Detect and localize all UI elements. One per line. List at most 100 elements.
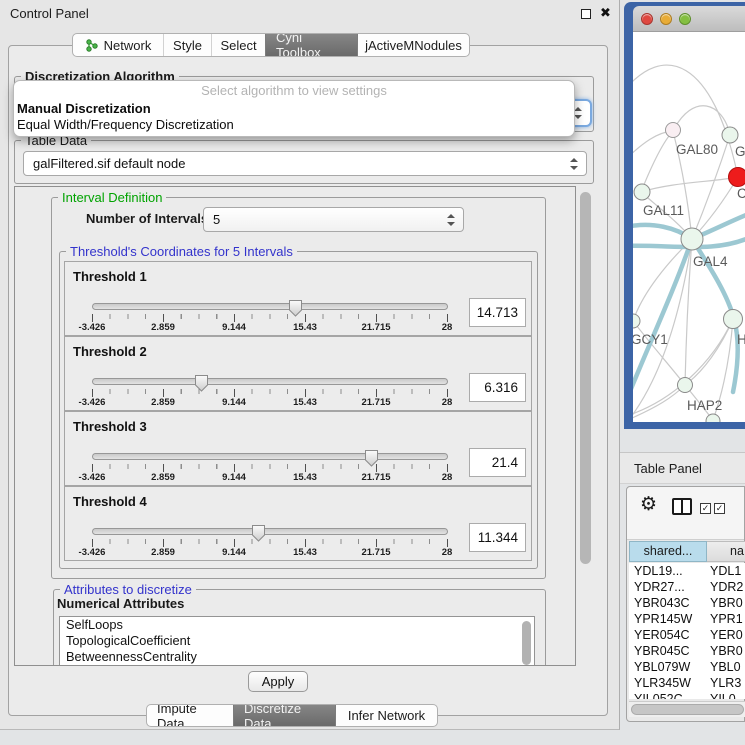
split-panel-icon[interactable] — [672, 498, 692, 515]
cell-shared-name: YBR043C — [629, 595, 707, 611]
tick-label: -3.426 — [79, 322, 106, 333]
threshold-2-slider-handle[interactable] — [194, 374, 209, 392]
threshold-3-panel: Threshold 3 -3.426 2.859 9.144 15.43 21.… — [64, 411, 532, 486]
table-row[interactable]: YBR045C YBR0 — [629, 643, 745, 659]
tick-label: 28 — [442, 472, 453, 483]
table-toolbar: ⚙ ✓ ✓ — [627, 487, 744, 540]
list-item-betweennesscentrality[interactable]: BetweennessCentrality — [60, 649, 534, 665]
node-hap2[interactable] — [678, 378, 693, 393]
threshold-2-slider[interactable] — [92, 378, 448, 385]
control-panel-title: Control Panel — [10, 6, 89, 21]
table-data-combobox[interactable]: galFiltered.sif default node — [23, 151, 587, 176]
tick-label: 9.144 — [222, 472, 246, 483]
number-of-intervals-value: 5 — [213, 212, 220, 227]
tab-select[interactable]: Select — [211, 34, 265, 56]
table-header: shared... na — [629, 541, 745, 562]
tab-jactivemnodules[interactable]: jActiveMNodules — [357, 34, 469, 56]
table-row[interactable]: YBR043C YBR0 — [629, 595, 745, 611]
cell-shared-name: YLR345W — [629, 675, 707, 691]
table-row[interactable]: YLR345W YLR3 — [629, 675, 745, 691]
threshold-2-value-field[interactable]: 6.316 — [469, 373, 526, 402]
cell-shared-name: YPR145W — [629, 611, 707, 627]
slider-ticks — [92, 314, 449, 322]
table-row[interactable]: YER054C YER0 — [629, 627, 745, 643]
control-panel-titlebar: Control Panel ✖ — [0, 0, 619, 28]
numerical-attributes-list: SelfLoops TopologicalCoefficient Between… — [59, 616, 535, 666]
cell-name: YDL1 — [707, 563, 745, 579]
node-gal11[interactable] — [634, 184, 650, 200]
table-panel-title: Table Panel — [634, 461, 702, 476]
threshold-4-value-field[interactable]: 11.344 — [469, 523, 526, 552]
tab-network[interactable]: Network — [73, 34, 163, 56]
tab-jactivemnodules-label: jActiveMNodules — [365, 38, 462, 53]
column-header-name[interactable]: na — [707, 541, 745, 562]
slider-ticks — [92, 539, 449, 547]
table-row[interactable]: YIL052C YIL0 — [629, 691, 745, 699]
table-row[interactable]: YDL19... YDL1 — [629, 563, 745, 579]
tab-infer-network[interactable]: Infer Network — [335, 705, 437, 726]
threshold-4-panel: Threshold 4 -3.426 2.859 9.144 15.43 21.… — [64, 486, 532, 561]
zoom-traffic-light-icon[interactable] — [679, 13, 691, 25]
node-selected-red[interactable] — [729, 168, 745, 187]
threshold-4-slider[interactable] — [92, 528, 448, 535]
cell-name: YBR0 — [707, 595, 745, 611]
apply-button[interactable]: Apply — [248, 671, 308, 692]
tick-label: -3.426 — [79, 547, 106, 558]
threshold-3-slider[interactable] — [92, 453, 448, 460]
threshold-3-slider-handle[interactable] — [364, 449, 379, 467]
number-of-intervals-label: Number of Intervals — [86, 211, 208, 226]
cell-name: YLR3 — [707, 675, 745, 691]
table-row[interactable]: YPR145W YPR1 — [629, 611, 745, 627]
node-gal80[interactable] — [666, 123, 681, 138]
tick-label: 15.43 — [293, 322, 317, 333]
slider-tick-labels: -3.426 2.859 9.144 15.43 21.715 28 — [92, 397, 449, 409]
threshold-1-value-field[interactable]: 14.713 — [469, 298, 526, 327]
tab-impute-data[interactable]: Impute Data — [147, 705, 233, 726]
node-gcy1[interactable] — [633, 314, 640, 328]
top-tab-bar: Network Style Select Cyni Toolbox jActiv… — [72, 33, 470, 57]
checkbox-icon[interactable]: ✓ — [700, 503, 711, 514]
tab-network-label: Network — [104, 38, 152, 53]
node-gal4[interactable] — [681, 228, 703, 250]
float-window-icon[interactable] — [581, 9, 591, 19]
tick-label: -3.426 — [79, 472, 106, 483]
list-item-selfloops[interactable]: SelfLoops — [60, 617, 534, 633]
table-row[interactable]: YDR27... YDR2 — [629, 579, 745, 595]
node-bottom[interactable] — [706, 414, 720, 422]
node-label-gal11: GAL11 — [643, 203, 684, 218]
tab-discretize-data[interactable]: Discretize Data — [233, 705, 335, 726]
threshold-1-slider-handle[interactable] — [288, 299, 303, 317]
cell-shared-name: YER054C — [629, 627, 707, 643]
threshold-4-slider-handle[interactable] — [251, 524, 266, 542]
number-of-intervals-combobox[interactable]: 5 — [203, 207, 464, 232]
close-traffic-light-icon[interactable] — [641, 13, 653, 25]
threshold-1-label: Threshold 1 — [73, 269, 147, 284]
column-header-shared-name[interactable]: shared... — [629, 541, 707, 562]
cell-shared-name: YIL052C — [629, 691, 707, 699]
close-icon[interactable]: ✖ — [600, 5, 611, 21]
table-horizontal-scrollbar[interactable] — [629, 701, 745, 717]
table-row[interactable]: YBL079W YBL0 — [629, 659, 745, 675]
tab-select-label: Select — [220, 38, 256, 53]
list-item-topologicalcoefficient[interactable]: TopologicalCoefficient — [60, 633, 534, 649]
node-label-c: C — [737, 186, 745, 201]
gear-icon[interactable]: ⚙ — [640, 493, 657, 516]
threshold-1-slider[interactable] — [92, 303, 448, 310]
node-ga[interactable] — [722, 127, 738, 143]
tab-style[interactable]: Style — [163, 34, 211, 56]
network-canvas[interactable]: GAL80 GA C GAL11 GAL4 GCY1 H HAP2 — [633, 32, 745, 422]
dropdown-option-equal-width[interactable]: Equal Width/Frequency Discretization — [14, 117, 574, 133]
network-view-window[interactable]: GAL80 GA C GAL11 GAL4 GCY1 H HAP2 — [624, 2, 745, 429]
tick-label: 2.859 — [151, 322, 175, 333]
cell-shared-name: YBL079W — [629, 659, 707, 675]
network-graph: GAL80 GA C GAL11 GAL4 GCY1 H HAP2 — [633, 32, 745, 422]
dropdown-option-manual[interactable]: Manual Discretization — [14, 101, 574, 117]
tab-cyni-toolbox[interactable]: Cyni Toolbox — [265, 34, 357, 56]
list-scrollbar[interactable] — [522, 621, 532, 666]
control-panel: Control Panel ✖ Network Style Sel — [0, 0, 620, 730]
settings-vertical-scrollbar[interactable] — [579, 186, 593, 666]
threshold-3-value-field[interactable]: 21.4 — [469, 448, 526, 477]
minimize-traffic-light-icon[interactable] — [660, 13, 672, 25]
node-h[interactable] — [724, 310, 743, 329]
checkbox-icon[interactable]: ✓ — [714, 503, 725, 514]
